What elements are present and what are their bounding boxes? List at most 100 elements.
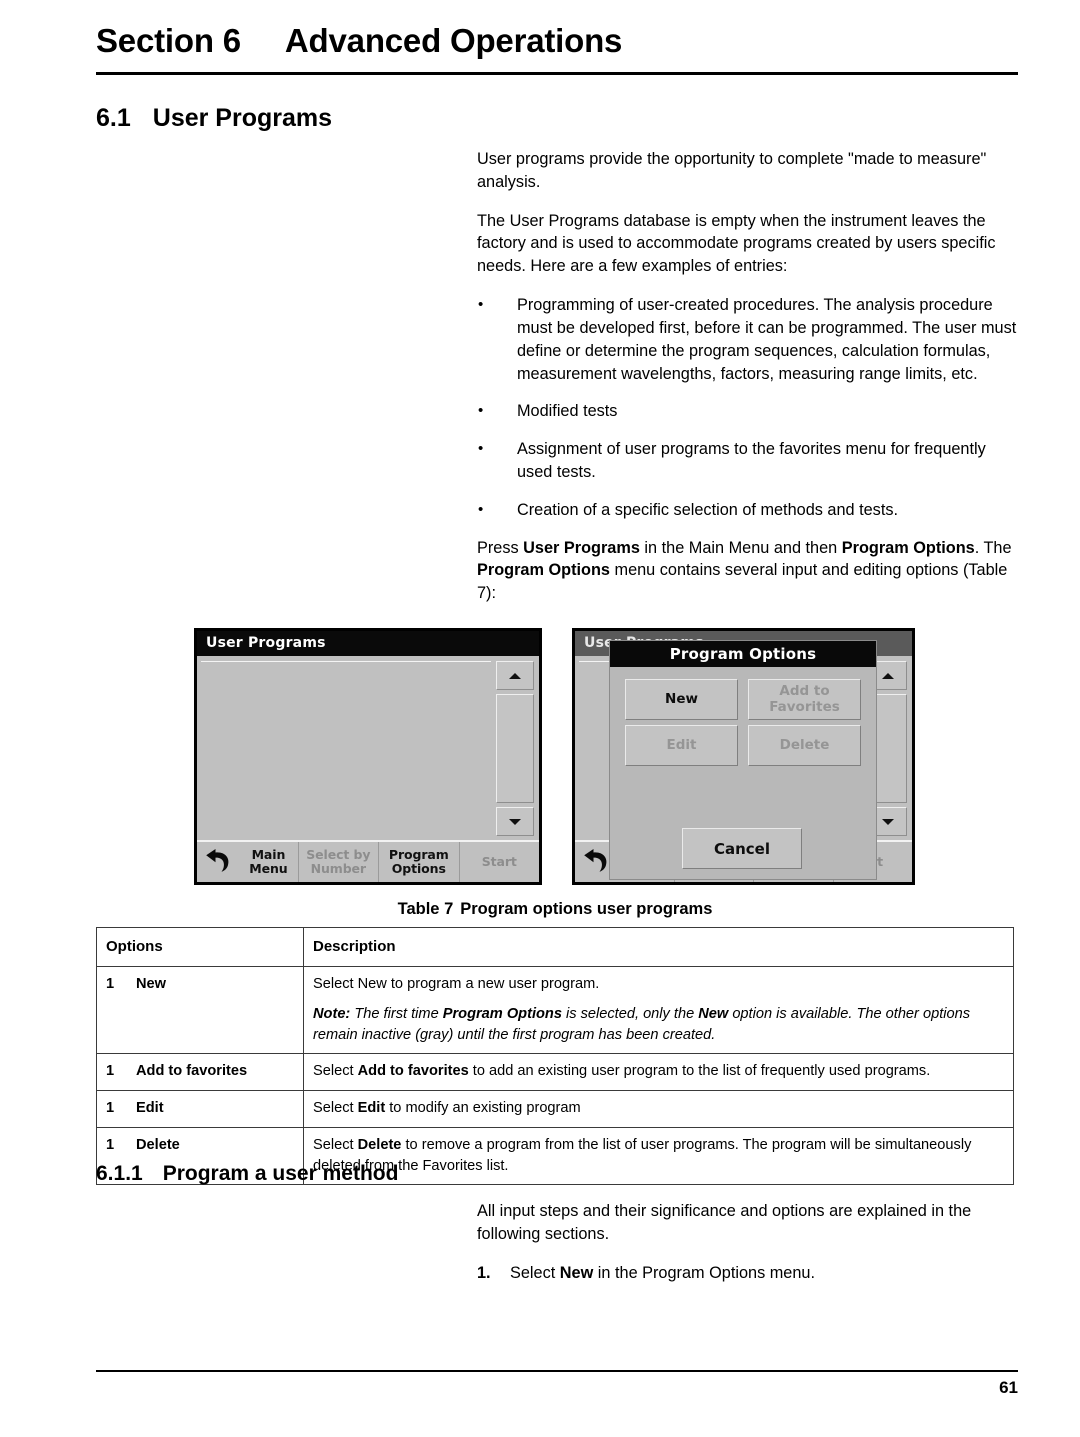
- triangle-up-icon: [882, 672, 894, 679]
- column-header-description: Description: [303, 926, 1014, 968]
- toolbar-main-menu-button[interactable]: Main Menu: [197, 842, 299, 882]
- device-screenshot-user-programs: User Programs Main Menu Select by Number…: [194, 628, 542, 885]
- option-name: Delete: [136, 1136, 180, 1153]
- program-options-dialog: Program Options New Add to Favorites Edi…: [609, 640, 877, 880]
- table-row: 1 Edit Select Edit to modify an existing …: [96, 1090, 1014, 1128]
- toolbar-start-button[interactable]: Start: [459, 842, 539, 882]
- table-caption-text: Program options user programs: [460, 900, 713, 918]
- toolbar-main-menu-label: Main Menu: [249, 847, 288, 876]
- table-row: 1 Add to favorites Select Add to favorite…: [96, 1053, 1014, 1092]
- press-bold-program-options-2: Program Options: [477, 561, 610, 580]
- press-mid-1: in the Main Menu and then: [639, 538, 842, 557]
- scroll-down-button[interactable]: [496, 807, 534, 836]
- list-item: Assignment of user programs to the favor…: [477, 438, 1022, 484]
- table-cell-option: 1 New: [96, 966, 304, 1055]
- heading-6-1-1-title: Program a user method: [162, 1162, 399, 1185]
- table-caption-number: Table 7: [397, 900, 454, 918]
- dialog-row-2: Edit Delete: [625, 725, 861, 766]
- numbered-step-list: 1. Select New in the Program Options menu…: [477, 1262, 1022, 1285]
- note-part-2: is selected, only the: [561, 1006, 699, 1023]
- toolbar-select-by-number-button[interactable]: Select by Number: [298, 842, 380, 882]
- back-arrow-icon: [584, 849, 607, 872]
- description-pre: Select: [313, 1063, 358, 1080]
- option-name: New: [136, 976, 167, 993]
- device-toolbar: Main Menu Select by Number Program Optio…: [197, 840, 539, 882]
- paragraph-press-instructions: Press User Programs in the Main Menu and…: [477, 537, 1022, 605]
- dialog-delete-button[interactable]: Delete: [748, 725, 861, 766]
- heading-6-1-1-number: 6.1.1: [96, 1162, 143, 1185]
- scroll-up-button[interactable]: [496, 661, 534, 690]
- dialog-cancel-button[interactable]: Cancel: [682, 828, 802, 869]
- press-bold-program-options-1: Program Options: [841, 538, 975, 557]
- column-header-options: Options: [96, 926, 304, 968]
- row-index: 1: [106, 1063, 115, 1080]
- row-index: 1: [106, 1100, 115, 1117]
- option-name: Edit: [136, 1100, 164, 1117]
- description-bold: Delete: [357, 1136, 402, 1153]
- option-name: Add to favorites: [136, 1063, 248, 1080]
- row-index: 1: [106, 976, 115, 993]
- table-caption: Table 7 Program options user programs: [96, 900, 1014, 919]
- dialog-new-button[interactable]: New: [625, 679, 738, 720]
- step-bold-new: New: [559, 1264, 594, 1282]
- dialog-row-1: New Add to Favorites: [625, 679, 861, 720]
- scroll-thumb[interactable]: [496, 694, 534, 803]
- footer-divider: [96, 1370, 1018, 1372]
- press-mid-2: . The: [974, 538, 1012, 557]
- toolbar-program-options-button[interactable]: Program Options: [379, 842, 460, 882]
- dialog-add-to-favorites-button[interactable]: Add to Favorites: [748, 679, 861, 720]
- document-page: Section 6 Advanced Operations 6.1 User Pro…: [0, 0, 1080, 1437]
- body-text-column: User programs provide the opportunity to…: [477, 148, 1022, 621]
- step-post: in the Program Options menu.: [593, 1264, 815, 1282]
- triangle-up-icon: [509, 672, 521, 679]
- page-title: Section 6 Advanced Operations: [96, 22, 1016, 60]
- dialog-edit-button[interactable]: Edit: [625, 725, 738, 766]
- press-intro: Press: [477, 538, 524, 557]
- table-cell-option: 1 Add to favorites: [96, 1053, 304, 1092]
- paragraph-2: The User Programs database is empty when…: [477, 211, 996, 276]
- description-note: Note: The first time Program Options is …: [313, 1004, 1004, 1045]
- note-bold-program-options: Program Options: [442, 1006, 562, 1023]
- description-pre: Select: [313, 1100, 358, 1117]
- paragraph-1: User programs provide the opportunity to…: [477, 150, 987, 191]
- table-row: 1 New Select New to program a new user pr…: [96, 966, 1014, 1055]
- paragraph-after-heading: All input steps and their significance a…: [477, 1202, 972, 1243]
- dialog-button-grid: New Add to Favorites Edit Delete: [625, 679, 861, 771]
- heading-6-1-number: 6.1: [96, 104, 131, 132]
- table-header-row: Options Description: [96, 926, 1014, 968]
- row-index: 1: [106, 1136, 115, 1153]
- table-cell-description: Select New to program a new user program…: [303, 966, 1014, 1055]
- dialog-title: Program Options: [610, 641, 876, 667]
- user-programs-list[interactable]: [201, 661, 491, 836]
- back-arrow-icon: [206, 849, 229, 872]
- section-number: Section 6: [96, 22, 241, 59]
- header-divider: [96, 72, 1018, 75]
- list-item: Creation of a specific selection of meth…: [477, 499, 1022, 522]
- table-cell-description: Select Delete to remove a program from t…: [303, 1126, 1014, 1186]
- toolbar-start-label: Start: [481, 854, 517, 869]
- description-bold: Edit: [357, 1100, 386, 1117]
- description-post: to remove a program from the list of use…: [313, 1136, 972, 1174]
- heading-6-1-title: User Programs: [152, 104, 333, 132]
- list-item: Programming of user-created procedures. …: [477, 294, 1022, 385]
- table-cell-description: Select Edit to modify an existing progra…: [303, 1090, 1014, 1128]
- device-screenshot-program-options: User Programs art: [572, 628, 915, 885]
- table-cell-description: Select Add to favorites to add an existi…: [303, 1053, 1014, 1092]
- heading-6-1-1: 6.1.1 Program a user method: [96, 1162, 398, 1186]
- list-item: Modified tests: [477, 400, 1022, 423]
- feature-bullet-list: Programming of user-created procedures. …: [477, 294, 1022, 522]
- device-titlebar: User Programs: [197, 631, 539, 656]
- table-cell-option: 1 Edit: [96, 1090, 304, 1128]
- scrollbar[interactable]: [496, 661, 534, 836]
- step-pre: Select: [510, 1264, 560, 1282]
- toolbar-select-by-number-label: Select by Number: [306, 847, 371, 876]
- description-post: to add an existing user program to the l…: [468, 1063, 931, 1080]
- note-bold-new: New: [698, 1006, 729, 1023]
- program-options-table: Options Description 1 New Select New to p…: [96, 926, 1014, 1186]
- page-number: 61: [999, 1378, 1018, 1397]
- device-content-area: [197, 659, 539, 838]
- note-label: Note:: [313, 1006, 351, 1023]
- description-main: Select New to program a new user program…: [313, 976, 600, 993]
- description-bold: Add to favorites: [357, 1063, 469, 1080]
- triangle-down-icon: [509, 818, 521, 825]
